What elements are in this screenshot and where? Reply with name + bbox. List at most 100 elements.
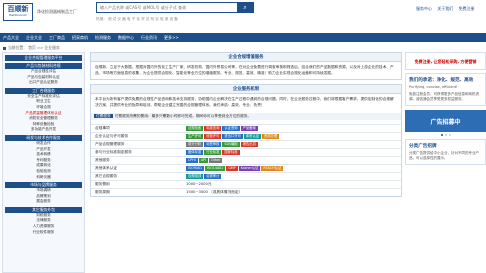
sidebar-item[interactable]: 行业软件服务	[3, 230, 84, 236]
register-link[interactable]: 免费注册	[459, 6, 475, 11]
paid-service-tag: 付费服务	[94, 114, 113, 119]
row-label: 企业认证与许可服务	[95, 134, 129, 139]
service-tag[interactable]: 合规培训	[186, 174, 204, 180]
card-text: 免费注册会员，可获得更多产品信息和商机资源。诚信通会员享受更多权益服务。	[409, 92, 479, 101]
table-row: 企业认证与许可服务 生产许可 经营许可 进出口许可 体系认证 资质办理	[91, 132, 401, 140]
sidebar-heading: 企业合规管理服务平台	[5, 55, 82, 61]
panel-text: 本平台为所有客户提供免费的合规性产品咨询和技术支持服务，协助国内企业解决在生产过…	[95, 97, 394, 107]
service-tag[interactable]: 标签审核	[204, 142, 222, 148]
sidebar-item[interactable]: 出口产品认证服务	[3, 80, 84, 86]
nav-item-products[interactable]: 产品大全	[3, 35, 19, 41]
card-title: 我们的承诺：净化、规范、高效	[409, 78, 474, 83]
service-tag[interactable]: ISO14001	[205, 166, 226, 172]
ad-banner[interactable]: 广告招募中	[405, 110, 486, 132]
table-row: 其他服务 CPHI API Other	[91, 156, 401, 164]
right-column: 免费注册, 让您轻松采购, 方便营销 我们的承诺：净化、规范、高效 Purify…	[405, 52, 486, 273]
service-mechanism-panel: 企业服务机制 本平台为所有客户提供免费的合规性产品咨询和技术支持服务，协助国内企…	[90, 84, 402, 198]
row-value: 1000~2000元	[186, 181, 401, 188]
register-cta[interactable]: 免费注册, 让您轻松采购, 方便营销	[405, 52, 486, 70]
service-tag[interactable]: 生产许可	[186, 134, 204, 140]
site-tagline: 净化检测器械制品工厂	[37, 9, 77, 14]
carousel-dot[interactable]	[448, 134, 451, 136]
main-content: 企业合规增值服务 百顺新，立足于大数据，根据对国内外的化工生产厂家、研发机构、国…	[90, 52, 402, 273]
table-row: 其他体系认证 ISO9001 ISO14001 GMP Kosher认证 REA…	[91, 164, 401, 172]
sidebar-item[interactable]: 科研仪器	[3, 175, 84, 181]
row-tags: 成分分析 标签审核 SDS编制 报告出具	[186, 141, 401, 148]
top-links: 服务中心 关于我们 免费注册	[416, 6, 479, 12]
service-tag[interactable]: 标准查询	[204, 126, 222, 132]
service-tag[interactable]: 资质办理	[262, 134, 280, 140]
service-tag[interactable]: 行业标准	[204, 150, 222, 156]
row-label: 产品合规管理服务	[95, 142, 125, 147]
sidebar-item[interactable]: 展会服务	[3, 199, 84, 205]
service-tag[interactable]: SDS编制	[222, 142, 240, 148]
row-tags: ISO9001 ISO14001 GMP Kosher认证 REACH认证	[186, 165, 401, 172]
service-tag[interactable]: 合规审计	[204, 174, 222, 180]
service-tag[interactable]: Other	[208, 158, 223, 164]
nav-item-procurement[interactable]: 招采商机	[72, 35, 88, 41]
logo-text: 百顺新	[7, 4, 29, 13]
service-tag[interactable]: Kosher认证	[238, 166, 261, 172]
about-us-link[interactable]: 关于我们	[437, 6, 453, 11]
sidebar-item[interactable]: 多功能产品开发	[3, 127, 84, 133]
table-row: 产品合规管理服务 成分分析 标签审核 SDS编制 报告出具	[91, 140, 401, 148]
nav-item-testing[interactable]: 检测服务	[95, 35, 111, 41]
nav-item-factory[interactable]: 工厂商品	[49, 35, 65, 41]
row-label: 服务周期	[95, 190, 110, 195]
header: 百顺新 BaiShunxin 净化检测器械制品工厂 ⌕ 热搜： 测 试 仪 器 …	[0, 0, 486, 33]
sidebar: 企业合规管理服务平台 产品与包装材料合规 产品合规性评估 产品与包装材料认证 出…	[2, 52, 85, 273]
logo-subtext: BaiShunxin	[9, 13, 27, 17]
service-center-link[interactable]: 服务中心	[416, 6, 432, 11]
service-tag[interactable]: 报告出具	[240, 142, 258, 148]
card-subtitle: Purifying, concise, efficient!	[409, 85, 458, 89]
table-row: 参与行业标准制定服务 团体标准 行业标准 国家标准	[91, 148, 401, 156]
table-row: 服务周期 1500~3000 （或具体情况而定）	[91, 188, 401, 196]
carousel-dot[interactable]	[444, 134, 447, 136]
table-row: 服务费用 1000~2000元	[91, 180, 401, 188]
panel-title: 企业服务机制	[91, 85, 401, 95]
service-tag[interactable]: 认证咨询	[222, 126, 240, 132]
nav-item-more[interactable]: 更多>>	[164, 35, 179, 41]
search-button[interactable]: ⌕	[237, 3, 253, 12]
row-label: 合规事项	[95, 126, 110, 131]
row-label: 其他服务	[95, 158, 110, 163]
service-tag[interactable]: CPHI	[186, 158, 198, 164]
service-tag[interactable]: 成分分析	[186, 142, 204, 148]
service-tag[interactable]: REACH认证	[261, 166, 284, 172]
banner-text: 付费服务所需的费用：最多只需数小时即可完成。期间你可以享受到全方位的服务。	[114, 114, 252, 119]
hot-keywords: 热搜： 测 试 仪 器 电 子 化 学 试 剂 实 验 室 设 备	[96, 17, 178, 21]
service-tag[interactable]: API	[198, 158, 208, 164]
carousel-dots	[405, 134, 486, 136]
search-input[interactable]	[97, 3, 237, 12]
table-row: 其它合规服务 合规培训 合规审计	[91, 172, 401, 180]
row-label: 其他体系认证	[95, 166, 118, 171]
nav-item-news[interactable]: 行业资讯	[141, 35, 157, 41]
card-title: 分类广告招牌	[409, 144, 437, 149]
service-tag[interactable]: 经营许可	[204, 134, 222, 140]
carousel-dot[interactable]	[440, 134, 443, 136]
service-tag[interactable]: 国家标准	[222, 150, 240, 156]
panel-title: 企业合规增值服务	[91, 53, 401, 62]
row-tags: 法规检索 标准查询 认证咨询 产品备案	[186, 125, 401, 132]
card-text: 分类广告提供给中小企业，针对不同的专业产品，可以选择性的展示。	[409, 151, 479, 160]
service-tag[interactable]: 产品备案	[240, 126, 258, 132]
service-tag[interactable]: 进出口许可	[222, 134, 243, 140]
main-nav: 产品大全 企业大全 工厂商品 招采商机 检测服务 数据中心 行业资讯 更多>>	[0, 33, 486, 42]
service-tag[interactable]: 体系认证	[243, 134, 262, 140]
breadcrumb-text: 当前位置： 首页 >> 企业服务	[8, 45, 60, 50]
breadcrumb: 当前位置： 首页 >> 企业服务	[3, 45, 60, 51]
time-value: 1500~3000 （或具体情况而定）	[186, 190, 243, 195]
nav-item-data[interactable]: 数据中心	[118, 35, 134, 41]
service-tag[interactable]: 法规检索	[186, 126, 204, 132]
service-tag[interactable]: 团体标准	[186, 150, 204, 156]
site-logo[interactable]: 百顺新 BaiShunxin	[3, 3, 33, 21]
row-tags: CPHI API Other	[186, 157, 401, 164]
row-tags: 团体标准 行业标准 国家标准	[186, 149, 401, 156]
home-icon	[3, 46, 6, 50]
search-bar: ⌕	[96, 2, 254, 13]
search-icon: ⌕	[243, 3, 247, 11]
nav-item-companies[interactable]: 企业大全	[26, 35, 42, 41]
service-tag[interactable]: ISO9001	[186, 166, 205, 172]
classified-ad-card: 分类广告招牌 分类广告提供给中小企业，针对不同的专业产品，可以选择性的展示。	[405, 139, 486, 165]
service-tag[interactable]: GMP	[226, 166, 238, 172]
